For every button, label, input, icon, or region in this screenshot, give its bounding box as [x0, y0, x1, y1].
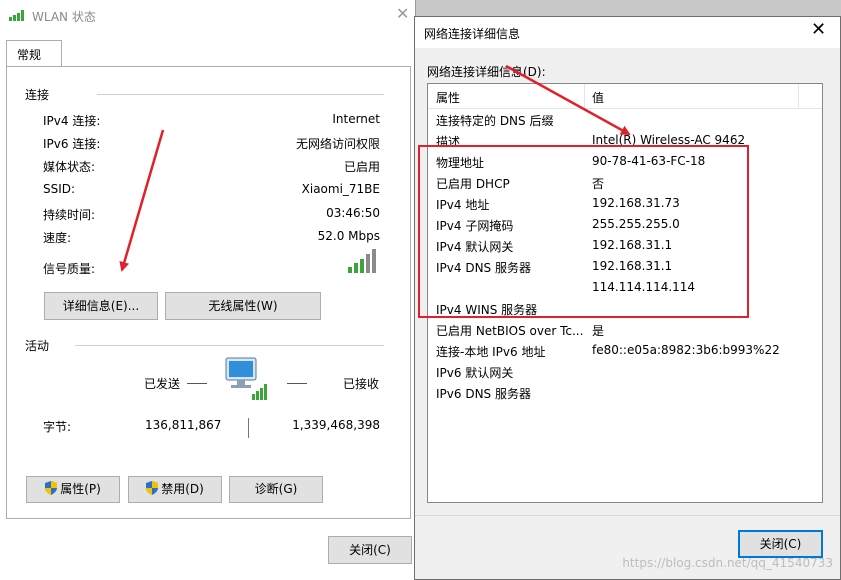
details-titlebar[interactable]: 网络连接详细信息 ✕: [415, 17, 840, 48]
duration-label: 持续时间:: [43, 208, 96, 222]
bytes-divider: [248, 418, 249, 438]
uac-shield-icon: [146, 481, 159, 495]
speed-value: 52.0 Mbps: [317, 229, 380, 243]
table-row[interactable]: 连接特定的 DNS 后缀: [428, 109, 822, 130]
wireless-properties-button[interactable]: 无线属性(W): [165, 292, 321, 320]
wlan-window-title: WLAN 状态: [32, 10, 96, 24]
header-value[interactable]: 值: [592, 89, 604, 106]
properties-button[interactable]: 属性(P): [26, 476, 120, 503]
row-property: 连接特定的 DNS 后缀: [436, 114, 554, 128]
speed-label: 速度:: [43, 231, 72, 245]
details-close-icon[interactable]: ✕: [811, 21, 826, 39]
table-row[interactable]: IPv6 默认网关: [428, 361, 822, 382]
ipv4-connection-label: IPv4 连接:: [43, 114, 101, 128]
footer-divider: [415, 515, 840, 516]
ipv6-connection-label: IPv6 连接:: [43, 137, 101, 151]
ssid-value: Xiaomi_71BE: [301, 182, 380, 196]
row-property: 连接-本地 IPv6 地址: [436, 345, 546, 359]
bytes-sent-value: 136,811,867: [145, 418, 222, 432]
row-property: IPv6 默认网关: [436, 366, 514, 380]
tab-general-label: 常规: [17, 48, 42, 62]
sent-line: [187, 383, 207, 384]
bytes-received-value: 1,339,468,398: [292, 418, 380, 432]
details-list-label: 网络连接详细信息(D):: [427, 65, 546, 79]
ipv6-connection-value: 无网络访问权限: [295, 137, 380, 151]
details-close-button[interactable]: 关闭(C): [738, 530, 823, 558]
diagnose-button[interactable]: 诊断(G): [229, 476, 323, 503]
table-row[interactable]: IPv6 DNS 服务器: [428, 382, 822, 403]
details-list-header: 属性 值: [428, 84, 822, 109]
column-separator[interactable]: [798, 84, 799, 108]
row-property: 已启用 NetBIOS over Tc...: [436, 324, 584, 338]
connection-group-label: 连接: [25, 88, 50, 102]
disable-button-label: 禁用(D): [161, 482, 204, 496]
media-state-label: 媒体状态:: [43, 160, 96, 174]
disable-button[interactable]: 禁用(D): [128, 476, 222, 503]
wlan-close-icon[interactable]: ✕: [396, 6, 409, 22]
received-line: [287, 383, 307, 384]
duration-value: 03:46:50: [326, 206, 380, 220]
sent-label: 已发送: [144, 377, 181, 391]
ssid-label: SSID:: [43, 182, 76, 196]
activity-group-divider: [75, 345, 384, 346]
watermark: https://blog.csdn.net/qq_41540733: [622, 556, 833, 570]
highlight-box: [418, 145, 749, 318]
uac-shield-icon: [45, 481, 58, 495]
wlan-close-button[interactable]: 关闭(C): [328, 536, 412, 564]
connection-group-divider: [97, 94, 384, 95]
bytes-label: 字节:: [43, 420, 72, 434]
network-computer-icon: [225, 357, 267, 400]
column-separator[interactable]: [584, 84, 585, 108]
tab-general[interactable]: 常规: [6, 40, 62, 68]
received-label: 已接收: [343, 377, 380, 391]
details-window-title: 网络连接详细信息: [424, 27, 521, 41]
row-value: fe80::e05a:8982:3b6:b993%22: [592, 343, 780, 357]
wifi-signal-icon: [9, 10, 24, 21]
row-property: IPv6 DNS 服务器: [436, 387, 531, 401]
wlan-titlebar[interactable]: WLAN 状态 ✕: [0, 0, 415, 30]
media-state-value: 已启用: [343, 160, 380, 174]
table-row[interactable]: 连接-本地 IPv6 地址 fe80::e05a:8982:3b6:b993%2…: [428, 340, 822, 361]
header-property[interactable]: 属性: [436, 89, 460, 106]
signal-strength-icon: [348, 249, 376, 273]
table-row[interactable]: 已启用 NetBIOS over Tc... 是: [428, 319, 822, 340]
row-value: 是: [592, 324, 605, 338]
ipv4-connection-value: Internet: [332, 112, 380, 126]
wlan-status-window: WLAN 状态 ✕ 常规 连接 IPv4 连接: Internet IPv6 连…: [0, 0, 416, 580]
properties-button-label: 属性(P): [60, 482, 101, 496]
activity-group-label: 活动: [25, 339, 50, 353]
signal-quality-label: 信号质量:: [43, 262, 96, 276]
details-button[interactable]: 详细信息(E)...: [44, 292, 158, 320]
